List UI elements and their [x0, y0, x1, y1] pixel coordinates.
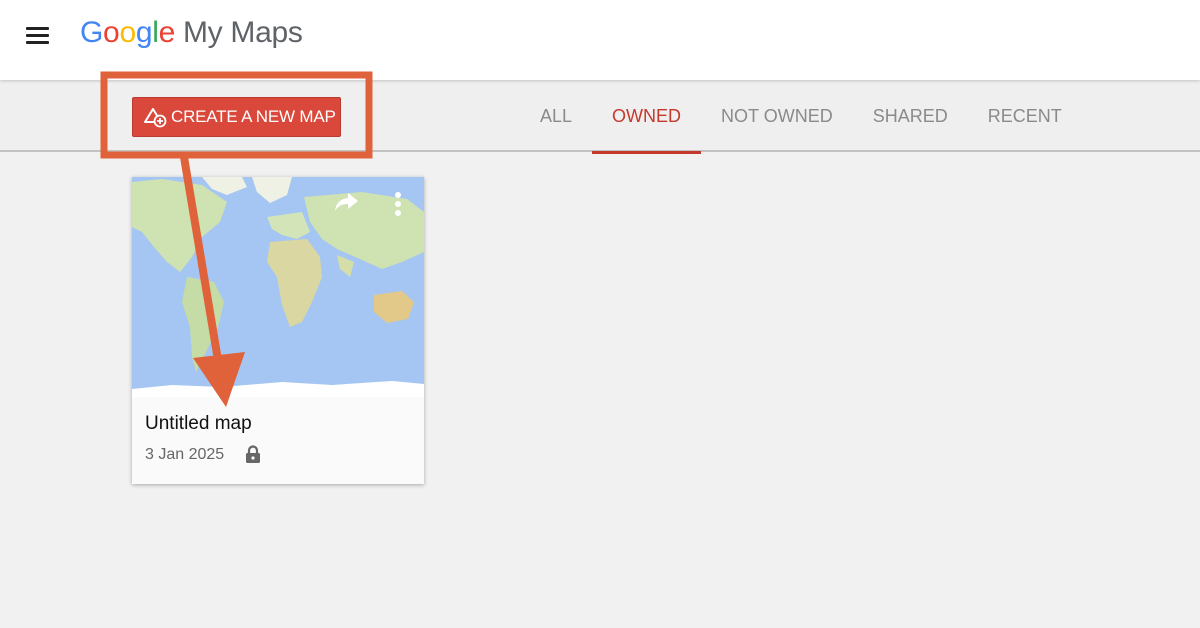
logo-letter: o [103, 16, 120, 49]
hamburger-menu-icon[interactable] [24, 24, 52, 48]
tab-owned[interactable]: OWNED [592, 80, 702, 154]
logo-letter: o [119, 16, 136, 49]
tab-not-owned[interactable]: NOT OWNED [701, 80, 853, 152]
create-new-map-button[interactable]: CREATE A NEW MAP [132, 97, 341, 137]
create-new-map-label: CREATE A NEW MAP [171, 107, 336, 126]
map-date: 3 Jan 2025 [145, 446, 225, 463]
logo-letter: G [80, 16, 104, 49]
tab-all[interactable]: ALL [520, 80, 592, 152]
map-card[interactable]: Untitled map 3 Jan 2025 [132, 177, 424, 484]
logo-letter: e [158, 16, 176, 49]
share-icon[interactable] [334, 192, 360, 212]
toolbar: CREATE A NEW MAP ALL OWNED NOT OWNED SHA… [0, 80, 1200, 154]
tab-shared[interactable]: SHARED [853, 80, 968, 152]
map-thumbnail [132, 177, 424, 397]
top-app-bar: Google My Maps [0, 0, 1200, 80]
lock-icon [246, 445, 260, 463]
filter-tabs: ALL OWNED NOT OWNED SHARED RECENT [520, 80, 1082, 154]
add-map-icon [144, 108, 167, 128]
tab-recent[interactable]: RECENT [968, 80, 1082, 152]
more-vert-icon[interactable] [392, 191, 404, 217]
product-name: My Maps [182, 16, 303, 49]
logo-letter: g [135, 16, 153, 49]
map-title: Untitled map [145, 413, 252, 434]
app-logo: Google My Maps [80, 16, 303, 50]
